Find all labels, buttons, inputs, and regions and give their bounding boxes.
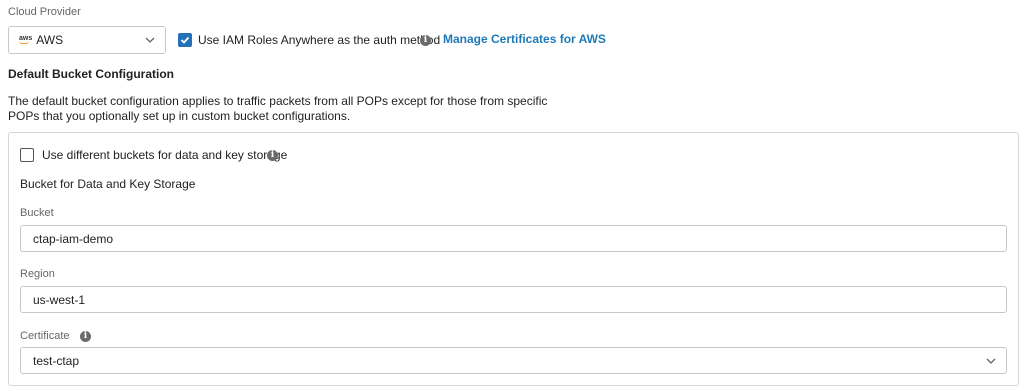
region-input[interactable]: us-west-1 [20,286,1007,313]
bucket-input[interactable]: ctap-iam-demo [20,225,1007,252]
certificate-label: Certificate [20,330,70,342]
certificate-chevron-down-icon [986,358,996,364]
certificate-select[interactable]: test-ctap [20,347,1007,374]
different-buckets-label[interactable]: Use different buckets for data and key s… [42,148,287,162]
region-label: Region [20,268,55,280]
cloud-provider-value: AWS [36,33,64,47]
iam-roles-checkbox[interactable] [178,33,192,47]
different-buckets-info-icon[interactable]: i [267,150,278,161]
cloud-provider-select[interactable]: aws AWS [8,26,166,54]
iam-info-icon[interactable]: i [420,35,431,46]
manage-certificates-link[interactable]: Manage Certificates for AWS [443,32,606,46]
checkmark-icon [180,36,190,44]
bucket-section-title: Bucket for Data and Key Storage [20,177,196,191]
different-buckets-checkbox[interactable] [20,148,34,162]
bucket-input-value: ctap-iam-demo [33,231,114,246]
cloud-provider-label: Cloud Provider [8,6,81,18]
default-bucket-description-line1: The default bucket configuration applies… [8,94,548,108]
certificate-info-icon[interactable]: i [80,331,91,342]
iam-roles-label[interactable]: Use IAM Roles Anywhere as the auth metho… [198,33,440,47]
default-bucket-description-line2: POPs that you optionally set up in custo… [8,109,351,123]
default-bucket-heading: Default Bucket Configuration [8,67,175,81]
aws-logo-icon: aws [19,34,33,42]
bucket-label: Bucket [20,207,54,219]
bucket-config-panel: Use different buckets for data and key s… [8,132,1019,386]
chevron-down-icon [145,37,155,43]
certificate-select-value: test-ctap [33,353,80,368]
region-input-value: us-west-1 [33,292,86,307]
